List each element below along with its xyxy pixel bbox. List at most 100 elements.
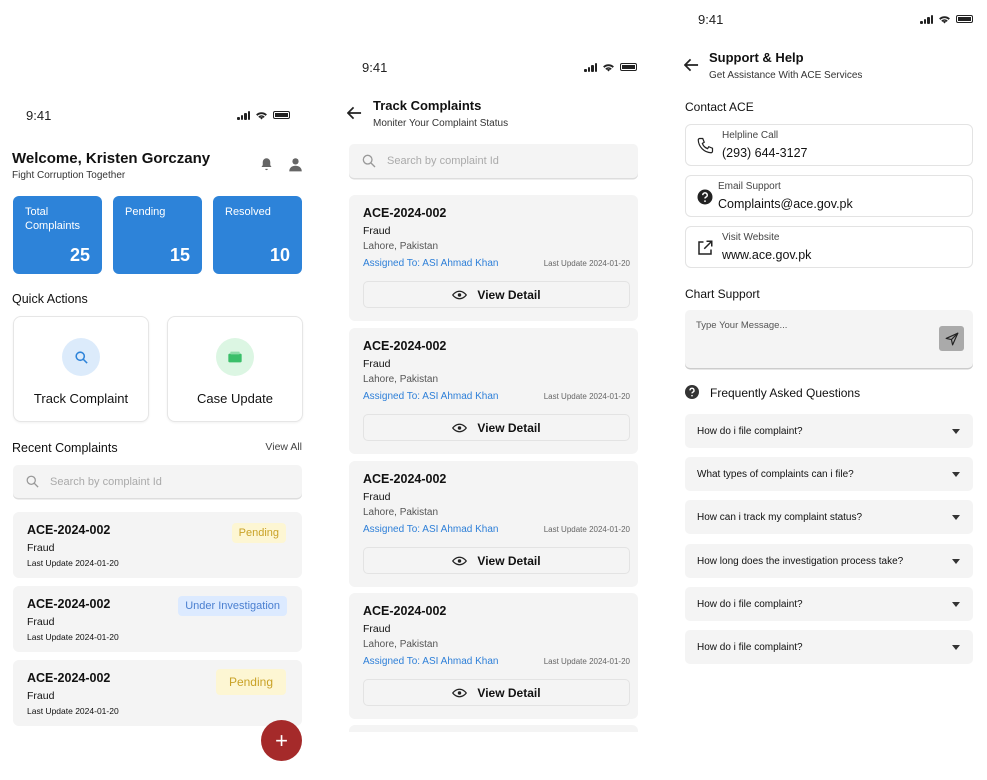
complaint-update: Last Update 2024-01-20 [543,525,630,534]
faq-item[interactable]: How long does the investigation process … [685,544,973,578]
folder-icon [216,338,254,376]
complaint-update: Last Update 2024-01-20 [27,558,119,568]
stat-total-complaints[interactable]: Total Complaints 25 [13,196,102,274]
complaint-location: Lahore, Pakistan [363,639,439,650]
track-card[interactable]: ACE-2024-002 Fraud Lahore, Pakistan Assi… [349,593,638,719]
faq-question: How do i file complaint? [697,641,803,653]
helpline-call-card[interactable]: Helpline Call (293) 644-3127 [685,124,973,166]
stat-value: 25 [69,245,90,265]
faq-question: How do i file complaint? [697,598,803,610]
help-circle-icon [685,385,699,399]
faq-item[interactable]: How do i file complaint? [685,587,973,621]
stat-pending[interactable]: Pending 15 [113,196,202,274]
recent-complaint-card[interactable]: ACE-2024-002 Fraud Last Update 2024-01-2… [13,586,302,652]
add-complaint-button[interactable]: + [261,720,302,761]
faq-item[interactable]: How do i file complaint? [685,414,973,448]
view-detail-button[interactable]: View Detail [363,281,630,308]
status-icons [584,62,637,72]
complaint-location: Lahore, Pakistan [363,241,439,252]
stat-label: Resolved [225,206,271,218]
recent-complaints-title: Recent Complaints [12,441,118,455]
faq-item[interactable]: How do i file complaint? [685,630,973,664]
faq-question: How do i file complaint? [697,425,803,437]
battery-icon [273,111,290,119]
track-card-partial [349,725,638,732]
user-icon[interactable] [288,157,303,172]
external-link-icon [698,240,713,255]
wifi-icon [256,111,267,120]
search-placeholder: Search by complaint Id [387,155,499,167]
status-icons [237,110,290,120]
complaint-update: Last Update 2024-01-20 [27,706,119,716]
view-detail-label: View Detail [477,553,541,568]
complaint-id: ACE-2024-002 [27,523,111,537]
message-input[interactable]: Type Your Message... [685,310,973,368]
track-screen: 9:41 Track Complaints Moniter Your Compl… [335,0,655,780]
view-detail-button[interactable]: View Detail [363,414,630,441]
complaint-location: Lahore, Pakistan [363,374,439,385]
complaint-update: Last Update 2024-01-20 [543,657,630,666]
recent-complaint-card[interactable]: ACE-2024-002 Fraud Last Update 2024-01-2… [13,660,302,726]
view-detail-button[interactable]: View Detail [363,547,630,574]
page-subtitle: Get Assistance With ACE Services [709,70,863,81]
faq-question: How long does the investigation process … [697,555,904,567]
chevron-down-icon [952,472,960,477]
view-all-link[interactable]: View All [265,441,302,453]
complaint-id: ACE-2024-002 [27,597,111,611]
stat-value: 15 [169,245,190,265]
status-time: 9:41 [362,59,388,75]
eye-icon [452,556,468,565]
plus-icon: + [275,727,288,753]
complaint-update: Last Update 2024-01-20 [543,392,630,401]
chevron-down-icon [952,515,960,520]
case-update-button[interactable]: Case Update [167,316,303,422]
status-time: 9:41 [698,11,724,27]
search-input[interactable]: Search by complaint Id [349,144,638,178]
complaint-update: Last Update 2024-01-20 [27,632,119,642]
email-support-card[interactable]: Email Support Complaints@ace.gov.pk [685,175,973,217]
send-icon [945,332,958,345]
complaint-type: Fraud [27,690,55,702]
welcome-title: Welcome, Kristen Gorczany [12,150,211,167]
track-card[interactable]: ACE-2024-002 Fraud Lahore, Pakistan Assi… [349,195,638,321]
complaint-location: Lahore, Pakistan [363,507,439,518]
contact-label: Helpline Call [722,130,779,141]
status-icons [920,14,973,24]
stat-resolved[interactable]: Resolved 10 [213,196,302,274]
quick-action-label: Case Update [197,391,273,406]
stat-value: 10 [269,245,290,265]
visit-website-card[interactable]: Visit Website www.ace.gov.pk [685,226,973,268]
complaint-type: Fraud [363,491,391,503]
help-circle-icon [697,189,713,205]
complaint-id: ACE-2024-002 [363,472,447,486]
complaint-update: Last Update 2024-01-20 [543,259,630,268]
complaint-type: Fraud [363,623,391,635]
search-placeholder: Search by complaint Id [50,475,162,488]
chevron-down-icon [952,645,960,650]
wifi-icon [603,63,614,72]
search-input[interactable]: Search by complaint Id [13,465,302,498]
bell-icon[interactable] [259,157,274,172]
view-detail-button[interactable]: View Detail [363,679,630,706]
search-icon [62,338,100,376]
faq-question: How can i track my complaint status? [697,511,863,523]
chevron-down-icon [952,559,960,564]
track-card[interactable]: ACE-2024-002 Fraud Lahore, Pakistan Assi… [349,461,638,587]
back-arrow-icon[interactable] [684,58,699,72]
faq-item[interactable]: How can i track my complaint status? [685,500,973,534]
message-placeholder: Type Your Message... [696,320,788,331]
track-complaint-button[interactable]: Track Complaint [13,316,149,422]
recent-complaint-card[interactable]: ACE-2024-002 Fraud Last Update 2024-01-2… [13,512,302,578]
contact-label: Visit Website [722,232,780,243]
faq-item[interactable]: What types of complaints can i file? [685,457,973,491]
send-button[interactable] [939,326,964,351]
status-badge: Pending [215,669,286,695]
contact-label: Email Support [718,181,781,192]
assigned-officer: Assigned To: ASI Ahmad Khan [363,524,499,535]
page-title: Track Complaints [373,98,482,113]
contact-title: Contact ACE [685,100,754,114]
stat-label: Complaints [25,220,81,232]
status-badge: Pending [231,523,286,543]
track-card[interactable]: ACE-2024-002 Fraud Lahore, Pakistan Assi… [349,328,638,454]
back-arrow-icon[interactable] [347,106,362,120]
